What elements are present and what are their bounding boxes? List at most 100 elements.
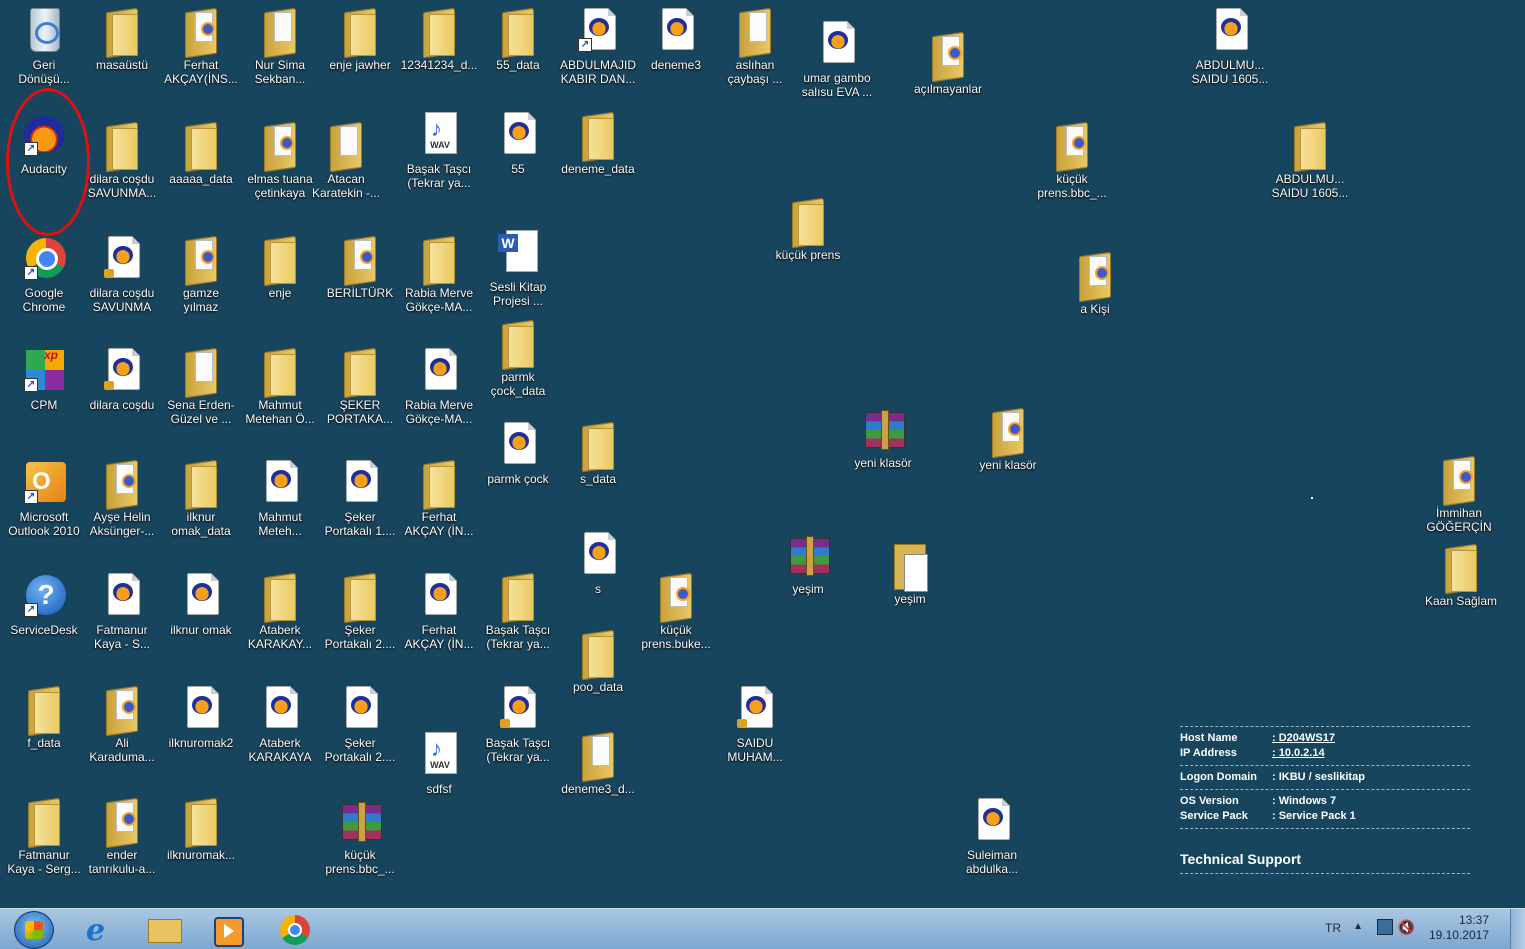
audio-file-icon[interactable]: Rabia Merve Gökçe-MA... <box>397 340 481 440</box>
audio-file-icon[interactable]: Şeker Portakalı 1.... <box>318 452 402 552</box>
folder-icon[interactable]: küçük prens.bbc_... <box>1030 114 1114 214</box>
audio-file-icon[interactable]: Fatmanur Kaya - S... <box>80 565 164 665</box>
folder-icon[interactable]: Ferhat AKÇAY(İNS... <box>159 0 243 100</box>
audio-glyph <box>574 530 622 580</box>
winrar-archive-icon[interactable]: yeni klasör <box>841 398 925 498</box>
folder-icon[interactable]: yeşim <box>868 534 952 634</box>
folder-icon[interactable]: ilknur omak_data <box>159 452 243 552</box>
folder-icon[interactable]: ilknuromak... <box>159 790 243 890</box>
audio-file-icon[interactable]: Şeker Portakalı 2.... <box>318 678 402 778</box>
folder-icon[interactable]: küçük prens <box>766 190 850 290</box>
audio-file-icon[interactable]: s <box>556 524 640 624</box>
folder-icon[interactable]: Rabia Merve Gökçe-MA... <box>397 228 481 328</box>
volume-muted-icon[interactable]: 🔇 <box>1398 919 1415 936</box>
folder-icon[interactable]: ŞEKER PORTAKA... <box>318 340 402 440</box>
folder-icon[interactable]: Şeker Portakalı 2.... <box>318 565 402 665</box>
os-row: OS Version : Windows 7 <box>1180 794 1470 809</box>
folder-icon[interactable]: Başak Taşcı (Tekrar ya... <box>476 565 560 665</box>
audio-file-icon[interactable]: deneme3 <box>634 0 718 100</box>
icon-label: s_data <box>579 472 617 486</box>
folder-icon[interactable]: deneme_data <box>556 104 640 204</box>
folder-icon[interactable]: 55_data <box>476 0 560 100</box>
folder-glyph <box>98 120 146 173</box>
folder-icon[interactable]: yeni klasör <box>966 400 1050 500</box>
windows-explorer-icon[interactable] <box>148 919 182 943</box>
folder-icon[interactable]: Ferhat AKÇAY (İN... <box>397 452 481 552</box>
folder-icon[interactable]: gamze yılmaz <box>159 228 243 328</box>
folder-icon[interactable]: s_data <box>556 414 640 514</box>
folder-icon[interactable]: Mahmut Metehan Ö... <box>238 340 322 440</box>
folder-icon[interactable]: ender tanrıkulu-a... <box>80 790 164 890</box>
servicedesk-shortcut-icon[interactable]: ? ↗ ServiceDesk <box>2 565 86 665</box>
folder-icon[interactable]: Nur Sima Sekban... <box>238 0 322 100</box>
audio-file-icon[interactable]: ↗ ABDULMAJID KABIR DAN... <box>556 0 640 100</box>
folder-icon[interactable]: Kaan Sağlam <box>1419 536 1503 636</box>
folder-icon[interactable]: ABDULMU... SAIDU 1605... <box>1268 114 1352 214</box>
wav-glyph: ♪ WAV <box>415 730 463 780</box>
folder-icon[interactable]: Sena Erden- Güzel ve ... <box>159 340 243 440</box>
icon-label: SAIDU MUHAM... <box>727 736 783 764</box>
icon-label: Atacan Karatekin -... <box>311 172 381 200</box>
desktop[interactable]: Geri Dönüşü... masaüstü Ferhat AKÇAY(İNS… <box>0 0 1525 908</box>
cpm-shortcut-icon[interactable]: xp ↗ CPM <box>2 340 86 440</box>
audio-file-icon[interactable]: Başak Taşcı (Tekrar ya... <box>476 678 560 778</box>
wav-file-icon[interactable]: ♪ WAV Başak Taşcı (Tekrar ya... <box>397 104 481 204</box>
folder-icon[interactable]: masaüstü <box>80 0 164 100</box>
folder-icon[interactable]: Fatmanur Kaya - Serg... <box>2 790 86 890</box>
folder-icon[interactable]: İmmihan GÖĞERÇİN <box>1417 448 1501 548</box>
audio-file-icon[interactable]: SAIDU MUHAM... <box>713 678 797 778</box>
folder-icon[interactable]: parmk çock_data <box>476 312 560 412</box>
winrar-archive-icon[interactable]: yeşim <box>766 524 850 624</box>
folder-icon[interactable]: poo_data <box>556 622 640 722</box>
audio-file-icon[interactable]: Mahmut Meteh... <box>238 452 322 552</box>
icon-label: Şeker Portakalı 2.... <box>324 623 396 651</box>
chrome-taskbar-icon[interactable] <box>280 915 310 945</box>
folder-icon[interactable]: aaaaa_data <box>159 114 243 214</box>
audio-file-icon[interactable]: Suleiman abdulka... <box>950 790 1034 890</box>
wav-file-icon[interactable]: ♪ WAV sdfsf <box>397 724 481 824</box>
media-player-icon[interactable] <box>214 917 244 947</box>
folder-icon[interactable]: aslıhan çaybaşı ... <box>713 0 797 100</box>
recycle-bin-icon[interactable]: Geri Dönüşü... <box>2 0 86 100</box>
icon-label: gamze yılmaz <box>182 286 220 314</box>
audio-glyph <box>177 684 225 734</box>
audio-file-icon[interactable]: ilknur omak <box>159 565 243 665</box>
show-desktop-button[interactable] <box>1510 909 1525 949</box>
folder-icon[interactable]: enje <box>238 228 322 328</box>
audio-file-icon[interactable]: Ferhat AKÇAY (İN... <box>397 565 481 665</box>
folder-icon[interactable]: deneme3_d... <box>556 724 640 824</box>
folder-icon[interactable]: Ali Karaduma... <box>80 678 164 778</box>
divider <box>1180 828 1470 829</box>
folder-icon[interactable]: enje jawher <box>318 0 402 100</box>
folder-icon[interactable]: Ataberk KARAKAY... <box>238 565 322 665</box>
folder-icon[interactable]: Atacan Karatekin -... <box>304 114 388 214</box>
folder-icon[interactable]: a Kişi <box>1053 244 1137 344</box>
folder-icon[interactable]: Ayşe Helin Aksünger-... <box>80 452 164 552</box>
folder-icon[interactable]: küçük prens.buke... <box>634 565 718 665</box>
audio-file-icon[interactable]: Ataberk KARAKAYA <box>238 678 322 778</box>
folder-icon[interactable]: BERİLTÜRK <box>318 228 402 328</box>
start-button[interactable] <box>14 911 54 949</box>
internet-explorer-icon[interactable]: e <box>86 913 105 948</box>
folder-icon[interactable]: dilara coşdu SAVUNMA... <box>80 114 164 214</box>
folder-icon[interactable]: açılmayanlar <box>906 24 990 124</box>
audio-file-icon[interactable]: ABDULMU... SAIDU 1605... <box>1188 0 1272 100</box>
microsoft-outlook-shortcut-icon[interactable]: ↗ Microsoft Outlook 2010 <box>2 452 86 552</box>
audio-file-icon[interactable]: 55 <box>476 104 560 204</box>
icon-label: yeni klasör <box>854 456 912 470</box>
audio-file-icon[interactable]: ilknuromak2 <box>159 678 243 778</box>
show-hidden-icons-icon[interactable]: ▲ <box>1353 921 1363 932</box>
winrar-archive-icon[interactable]: küçük prens.bbc_... <box>318 790 402 890</box>
network-icon[interactable] <box>1377 919 1393 935</box>
audio-file-icon[interactable]: dilara coşdu <box>80 340 164 440</box>
folder-icon[interactable]: 12341234_d... <box>397 0 481 100</box>
language-indicator[interactable]: TR <box>1325 921 1341 935</box>
google-chrome-shortcut-icon[interactable]: ↗ Google Chrome <box>2 228 86 328</box>
clock[interactable]: 13:37 19.10.2017 <box>1429 913 1489 943</box>
word-document-icon[interactable]: W Sesli Kitap Projesi ... <box>476 222 560 322</box>
folder-icon[interactable]: f_data <box>2 678 86 778</box>
audio-file-icon[interactable]: parmk çock <box>476 414 560 514</box>
icon-label: dilara coşdu SAVUNMA <box>89 286 155 314</box>
audio-file-icon[interactable]: umar gambo salısu EVA ... <box>795 13 879 113</box>
audio-file-icon[interactable]: dilara coşdu SAVUNMA <box>80 228 164 328</box>
